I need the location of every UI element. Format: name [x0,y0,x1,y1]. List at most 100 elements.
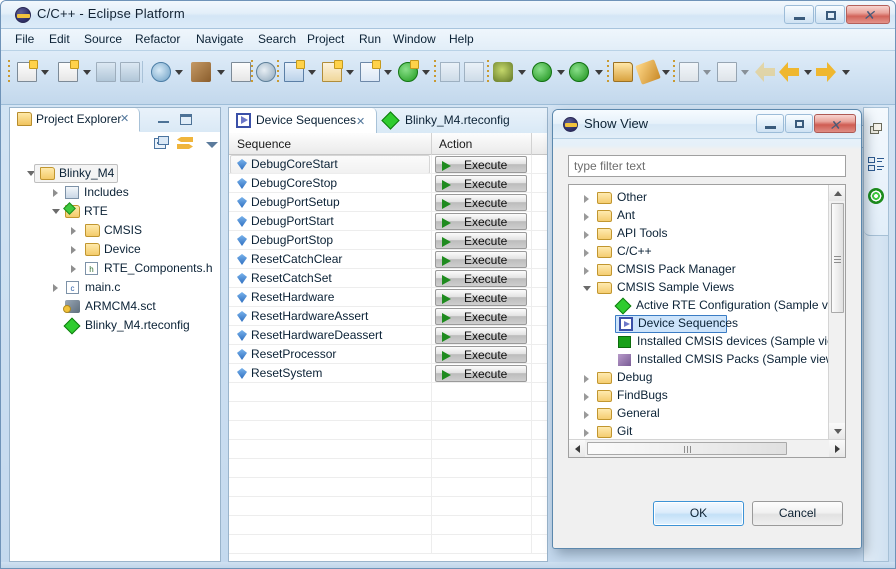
table-row[interactable]: DebugCoreStart Execute [229,155,547,174]
tree-item-cmsis-sample-views[interactable]: CMSIS Sample Views [569,279,828,297]
table-row[interactable]: DebugCoreStop Execute [229,174,547,193]
toolbar-drag-handle-3[interactable] [277,60,279,84]
back-dropdown-arrow[interactable] [804,70,812,75]
scroll-down-button[interactable] [829,423,845,439]
column-header-sequence[interactable]: Sequence [237,137,291,151]
forward-icon[interactable] [816,62,836,82]
target-view-icon[interactable] [868,188,884,204]
column-divider[interactable] [431,133,432,155]
menu-source[interactable]: Source [82,32,124,48]
menu-window[interactable]: Window [391,32,438,48]
search-icon[interactable] [635,59,661,85]
tree-item-device-sequences[interactable]: Device Sequences [569,315,828,333]
tab-project-explorer[interactable]: Project Explorer ✕ [10,108,140,132]
new-c-file-icon[interactable] [322,60,343,82]
horizontal-scroll-thumb[interactable] [587,442,787,455]
close-icon[interactable]: ✕ [356,115,365,128]
tree-item-main-c[interactable]: c main.c [10,278,220,297]
tree-item-debug[interactable]: Debug [569,369,828,387]
view-tree[interactable]: Other Ant API Tools C/C++ CMSIS Pack Man… [569,185,828,439]
hex-editor-icon[interactable] [231,62,251,82]
tree-item-git[interactable]: Git [569,423,828,439]
tree-horizontal-scrollbar[interactable] [569,439,845,457]
expand-arrow-icon[interactable] [584,375,589,383]
table-row-empty[interactable] [229,421,547,440]
execute-button[interactable]: Execute [435,213,527,230]
menu-run[interactable]: Run [357,32,383,48]
view-maximize-icon[interactable] [180,114,192,125]
tab-blinky-rteconfig[interactable]: Blinky_M4.rteconfig [377,108,539,133]
execute-button[interactable]: Execute [435,156,527,173]
table-row[interactable]: ResetHardware Execute [229,288,547,307]
expand-arrow-icon[interactable] [53,189,58,197]
execute-button[interactable]: Execute [435,194,527,211]
expand-arrow-icon[interactable] [584,249,589,257]
build-icon[interactable] [151,62,171,82]
execute-button[interactable]: Execute [435,232,527,249]
toolbar-drag-handle[interactable] [8,60,10,84]
expand-arrow-icon[interactable] [584,267,589,275]
view-minimize-icon[interactable] [158,114,169,123]
new-c-project-icon[interactable] [58,60,79,82]
execute-button[interactable]: Execute [435,327,527,344]
build-dropdown-arrow[interactable] [175,70,183,75]
expand-arrow-icon[interactable] [584,231,589,239]
tree-vertical-scrollbar[interactable] [828,185,845,439]
tree-item-cmsis-pack-manager[interactable]: CMSIS Pack Manager [569,261,828,279]
new-c-source-icon[interactable] [360,60,381,82]
expand-arrow-icon[interactable] [71,246,76,254]
debug-icon[interactable] [493,62,513,82]
menu-search[interactable]: Search [256,32,298,48]
build-hammer-icon[interactable] [191,62,211,82]
collapse-all-icon[interactable] [154,136,170,151]
tree-item-includes[interactable]: Includes [10,183,220,202]
expand-arrow-icon[interactable] [53,284,58,292]
column-header-action[interactable]: Action [439,137,472,151]
tree-item-installed-cmsis-packs[interactable]: Installed CMSIS Packs (Sample view) [569,351,828,369]
scroll-left-button[interactable] [569,440,585,457]
external-tools-dropdown-arrow[interactable] [595,70,603,75]
menu-navigate[interactable]: Navigate [194,32,245,48]
restore-icon[interactable] [868,122,884,138]
back-history-icon[interactable] [779,62,799,82]
filter-input[interactable]: type filter text [568,155,846,177]
execute-button[interactable]: Execute [435,270,527,287]
execute-button[interactable]: Execute [435,175,527,192]
new-cpp-source-icon[interactable] [398,60,419,82]
toolbar-drag-handle-4[interactable] [434,60,436,84]
forward-dropdown-arrow[interactable] [842,70,850,75]
menu-edit[interactable]: Edit [47,32,72,48]
table-row-empty[interactable] [229,516,547,535]
new-c-project-dropdown-arrow[interactable] [83,70,91,75]
new-cpp-class-icon[interactable] [284,60,305,82]
table-row[interactable]: DebugPortSetup Execute [229,193,547,212]
tree-item-blinky-m4[interactable]: Blinky_M4 [10,164,220,183]
scroll-up-button[interactable] [829,185,845,201]
expand-arrow-icon[interactable] [584,393,589,401]
table-row[interactable]: ResetHardwareDeassert Execute [229,326,547,345]
run-icon[interactable] [532,62,552,82]
table-row-empty[interactable] [229,497,547,516]
search-dropdown-arrow[interactable] [662,70,670,75]
table-row-empty[interactable] [229,535,547,554]
table-row-empty[interactable] [229,402,547,421]
table-row[interactable]: ResetCatchClear Execute [229,250,547,269]
menu-file[interactable]: File [13,32,36,48]
tree-item-c-cpp[interactable]: C/C++ [569,243,828,261]
link-with-editor-icon[interactable] [177,136,194,151]
menu-help[interactable]: Help [447,32,476,48]
dialog-close-button[interactable]: ✕ [814,114,856,133]
new-c-source-dropdown-arrow[interactable] [384,70,392,75]
ok-button[interactable]: OK [653,501,744,526]
tree-item-cmsis[interactable]: CMSIS [10,221,220,240]
tree-item-rte-components-h[interactable]: h RTE_Components.h [10,259,220,278]
tree-item-installed-cmsis-devices[interactable]: Installed CMSIS devices (Sample vie [569,333,828,351]
toolbar-drag-handle-2[interactable] [251,60,253,84]
run-dropdown-arrow[interactable] [557,70,565,75]
open-resource-icon[interactable] [613,62,633,82]
toolbar-drag-handle-6[interactable] [607,60,609,84]
dialog-minimize-button[interactable] [756,114,784,133]
close-icon[interactable]: ✕ [120,114,131,125]
table-row[interactable]: ResetCatchSet Execute [229,269,547,288]
toolbar-drag-handle-7[interactable] [673,60,675,84]
